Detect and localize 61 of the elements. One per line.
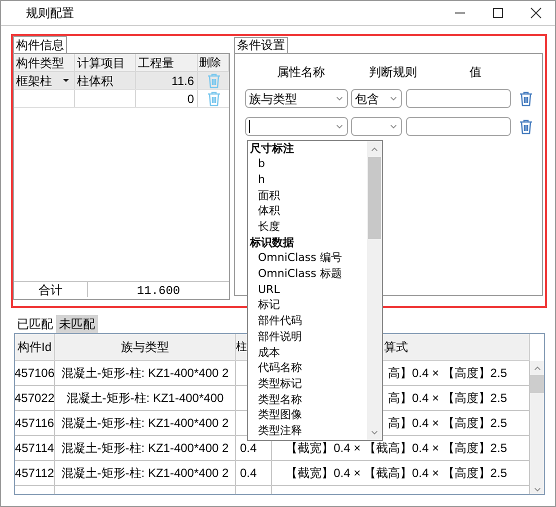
dropdown-item[interactable]: 成本 <box>258 344 280 362</box>
table-cell-text: 混凝土-矩形-柱: KZ1-400*400 2 <box>61 365 229 382</box>
table-cell-text: 框架柱 <box>16 72 52 90</box>
dropdown-item[interactable]: 类型标记 <box>258 376 302 392</box>
formula-cell-text: 高】0.4 × 【高度】2.5 <box>388 365 507 382</box>
column-header: 族与类型 <box>121 339 169 356</box>
panel-tab[interactable]: 条件设置 <box>234 37 288 53</box>
total-value: 11.600 <box>136 283 180 297</box>
formula-cell-text: 高】0.4 × 【高度】2.5 <box>388 415 507 432</box>
column-header: 构件类型 <box>14 54 75 71</box>
table-cell-text: 0 <box>187 90 194 108</box>
table-row[interactable]: 框架柱 柱体积 11.6 <box>14 72 229 90</box>
table-cell-text: 混凝土-矩形-柱: KZ1-400*400 2 <box>61 465 229 482</box>
formula-cell-text: 【截宽】0.4 × 【截高】0.4 × 【高度】2.5 <box>286 465 507 482</box>
dropdown-item[interactable]: 代码名称 <box>258 360 302 377</box>
dropdown-item[interactable]: 面积 <box>258 188 280 204</box>
dropdown-item[interactable]: OmniClass 编号 <box>258 250 342 267</box>
dropdown-item[interactable]: OmniClass 标题 <box>258 266 342 283</box>
table-cell-text: 混凝土-矩形-柱: KZ1-400*400 2 <box>61 440 229 457</box>
column-header: 属性名称 <box>277 65 325 79</box>
table-cell-text: 11.6 <box>172 72 194 90</box>
dropdown-item[interactable]: 部件说明 <box>258 328 302 346</box>
column-header: 计算项目 <box>75 54 136 71</box>
group-header: 尺寸标注 <box>250 140 294 157</box>
dropdown-item[interactable]: 标记 <box>258 297 280 314</box>
column-header: 删除 <box>198 54 229 71</box>
table-cell-text: 0.4 <box>240 465 257 482</box>
column-header: 值 <box>470 65 482 79</box>
rule-select[interactable]: 包含 <box>351 89 402 108</box>
dropdown-item[interactable]: 类型名称 <box>258 392 302 408</box>
dropdown-item[interactable]: h <box>258 172 265 188</box>
id-cell-text: 457106 <box>15 365 55 382</box>
dropdown-item[interactable]: b <box>258 156 265 173</box>
column-header: 工程量 <box>136 54 198 71</box>
column-header: 判断规则 <box>369 65 417 79</box>
formula-cell-text: 【截宽】0.4 × 【截高】0.4 × 【高度】2.5 <box>286 440 507 457</box>
group-header: 标识数据 <box>250 234 294 251</box>
table-cell-text: 0.4 <box>240 440 257 457</box>
table-cell-text: 混凝土-矩形-柱: KZ1-400*400 <box>66 390 224 407</box>
table-cell-text: 柱体积 <box>77 72 113 90</box>
dropdown-item[interactable]: 体积 <box>258 203 280 220</box>
id-cell-text: 457114 <box>15 440 54 457</box>
id-cell-text: 457116 <box>15 415 54 432</box>
column-header: 构件Id <box>17 339 52 356</box>
column-header: 柱 <box>236 340 247 355</box>
id-cell-text: 457112 <box>15 465 54 482</box>
panel-tab[interactable]: 构件信息 <box>13 36 67 53</box>
table-row[interactable]: 0 <box>14 90 229 108</box>
dropdown-item[interactable]: URL <box>258 282 280 298</box>
property-select[interactable]: 族与类型 <box>245 89 348 108</box>
window-title: 规则配置 <box>26 5 74 22</box>
formula-cell-text: 高】0.4 × 【高度】2.5 <box>388 390 507 407</box>
dropdown-item[interactable]: 类型注释 <box>258 422 302 440</box>
dropdown-item[interactable]: 部件代码 <box>258 313 302 330</box>
column-header: 算式 <box>384 339 408 356</box>
dropdown-item[interactable]: 类型图像 <box>258 407 302 424</box>
table-cell-text: 混凝土-矩形-柱: KZ1-400*400 2 <box>61 415 229 432</box>
result-tab[interactable]: 未匹配 <box>56 315 98 333</box>
total-label: 合计 <box>38 283 62 297</box>
id-cell-text: 457022 <box>15 390 55 407</box>
dropdown-item[interactable]: 长度 <box>258 219 280 236</box>
